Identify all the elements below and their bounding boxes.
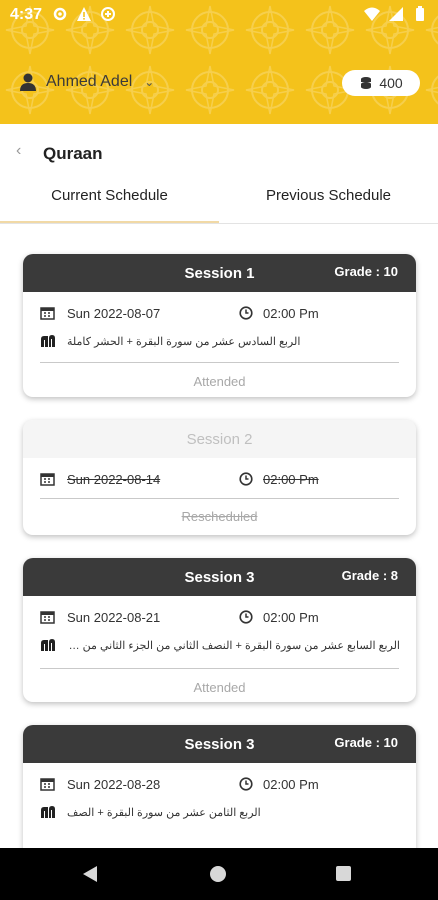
coins-badge[interactable]: 400 [342,70,420,96]
session-title: Session 2 [186,431,253,448]
session-card-header: Session 1 Grade : 10 [23,254,416,292]
session-list[interactable]: Session 1 Grade : 10 Sun 2022-08-07 02:0… [0,224,438,848]
session-card[interactable]: Session 1 Grade : 10 Sun 2022-08-07 02:0… [23,254,416,397]
card-divider [40,498,399,499]
session-time: 02:00 Pm [263,610,319,625]
calendar-icon [40,778,55,791]
nav-recents-icon[interactable] [336,866,351,881]
calendar-icon [40,611,55,624]
user-menu[interactable]: Ahmed Adel ⌄ [18,72,154,92]
book-icon [41,335,55,347]
data-saver-icon [101,7,115,21]
session-grade: Grade : 8 [341,568,398,583]
chevron-down-icon: ⌄ [144,75,155,89]
warning-icon [77,7,91,21]
status-bar: 4:37 [0,0,438,30]
session-card[interactable]: Session 2 Sun 2022-08-14 02:00 Pm Resche… [23,420,416,535]
user-icon [20,73,36,91]
nav-back-icon[interactable] [82,865,98,883]
back-icon[interactable]: ‹ [16,142,21,160]
nav-home-icon[interactable] [210,866,226,882]
navigation-bar [0,848,438,900]
tab-current-schedule[interactable]: Current Schedule [0,180,219,224]
clock-icon [239,610,253,624]
session-card-header: Session 2 [23,420,416,458]
screen: 4:37 Ahmed Adel ⌄ 400 ‹ Quraan Current S… [0,0,438,900]
session-time: 02:00 Pm [263,306,319,321]
card-divider [40,668,399,669]
settings-icon [53,7,67,21]
coins-count: 400 [379,75,403,91]
user-name: Ahmed Adel [46,73,133,90]
page-title: Quraan [43,144,103,163]
session-content: الربع السابع عشر من سورة البقرة + النصف … [67,640,400,652]
session-card-header: Session 3 Grade : 8 [23,558,416,596]
calendar-icon [40,473,55,486]
book-icon [41,639,55,651]
title-bar: ‹ Quraan [0,124,438,180]
wifi-icon [364,7,380,21]
session-status: Attended [193,680,246,695]
coins-icon [361,77,372,89]
session-status: Attended [193,374,246,389]
session-content: الربع الثامن عشر من سورة البقرة + الصف [67,807,261,819]
calendar-icon [40,307,55,320]
clock-icon [239,306,253,320]
session-time: 02:00 Pm [263,777,319,792]
session-card-header: Session 3 Grade : 10 [23,725,416,763]
tab-previous-schedule[interactable]: Previous Schedule [219,180,438,224]
clock-icon [239,777,253,791]
session-time: 02:00 Pm [263,472,319,487]
book-icon [41,806,55,818]
tab-bar: Current Schedule Previous Schedule [0,180,438,224]
session-status: Rescheduled [181,509,258,524]
session-grade: Grade : 10 [334,264,398,279]
session-date: Sun 2022-08-21 [67,610,161,625]
session-card[interactable]: Session 3 Grade : 10 Sun 2022-08-28 02:0… [23,725,416,848]
signal-icon [389,7,403,21]
header: 4:37 Ahmed Adel ⌄ 400 [0,0,438,124]
battery-icon [416,6,424,21]
session-card[interactable]: Session 3 Grade : 8 Sun 2022-08-21 02:00… [23,558,416,702]
session-grade: Grade : 10 [334,735,398,750]
session-content: الربع السادس عشر من سورة البقرة + الحشر … [67,336,301,348]
status-time: 4:37 [10,6,43,23]
session-date: Sun 2022-08-07 [67,306,161,321]
session-date: Sun 2022-08-14 [67,472,161,487]
card-divider [40,362,399,363]
session-date: Sun 2022-08-28 [67,777,161,792]
clock-icon [239,472,253,486]
